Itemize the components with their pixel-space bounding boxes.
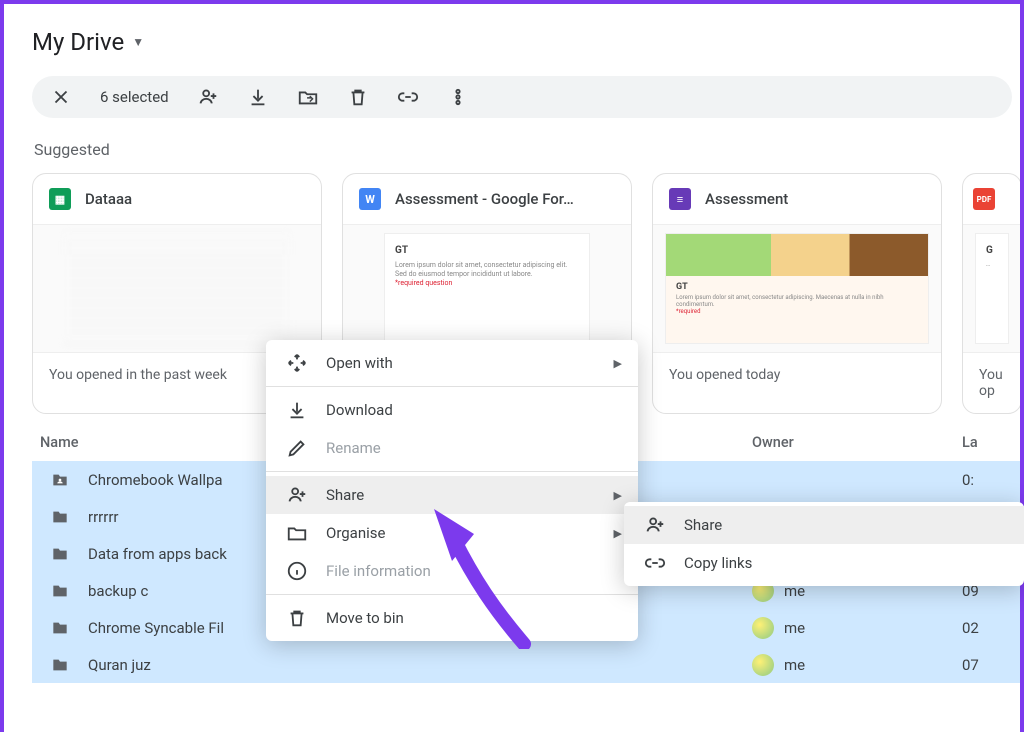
suggested-card[interactable]: ≡ Assessment GT Lorem ipsum dolor sit am… [652,173,942,414]
submenu-share[interactable]: Share [624,506,1024,544]
link-icon [644,552,666,574]
shared-folder-icon [50,472,70,488]
pdf-icon: PDF [973,188,995,210]
rename-icon [286,437,308,459]
open-with-icon [286,352,308,374]
share-person-icon [286,484,308,506]
more-vert-icon[interactable] [447,86,469,108]
menu-download[interactable]: Download [266,391,638,429]
col-last[interactable]: La [962,434,1018,451]
location-title[interactable]: My Drive ▼ [32,28,1020,56]
card-footer: You op [963,352,1020,413]
selection-toolbar: 6 selected [32,76,1012,118]
folder-icon [50,509,70,525]
close-icon[interactable] [50,86,72,108]
forms-icon: ≡ [669,188,691,210]
card-title: Assessment - Google For… [395,190,574,208]
docs-icon: W [359,188,381,210]
download-icon[interactable] [247,86,269,108]
annotation-arrow [404,499,544,653]
share-person-icon [644,514,666,536]
share-submenu: Share Copy links [624,502,1024,586]
folder-icon [50,546,70,562]
sheets-icon: ▦ [49,188,71,210]
chevron-right-icon: ▶ [614,527,622,540]
chevron-right-icon: ▶ [614,357,622,370]
suggested-heading: Suggested [34,140,1020,159]
menu-open-with[interactable]: Open with ▶ [266,344,638,382]
trash-icon [286,607,308,629]
folder-icon [50,583,70,599]
card-title: Dataaa [85,190,132,208]
link-icon[interactable] [397,86,419,108]
col-owner[interactable]: Owner [752,434,962,451]
avatar [752,617,774,639]
organise-icon [286,522,308,544]
submenu-copy-links[interactable]: Copy links [624,544,1024,582]
share-person-icon[interactable] [197,86,219,108]
info-icon [286,560,308,582]
card-title: Assessment [705,190,788,208]
card-footer: You opened today [653,352,941,397]
folder-icon [50,620,70,636]
folder-icon [50,657,70,673]
avatar [752,654,774,676]
chevron-right-icon: ▶ [614,489,622,502]
drive-title-text: My Drive [32,28,124,56]
suggested-card[interactable]: PDF G… You op [962,173,1020,414]
download-icon [286,399,308,421]
menu-rename: Rename [266,429,638,467]
selection-count: 6 selected [100,88,169,106]
caret-down-icon: ▼ [132,35,144,49]
move-to-folder-icon[interactable] [297,86,319,108]
trash-icon[interactable] [347,86,369,108]
